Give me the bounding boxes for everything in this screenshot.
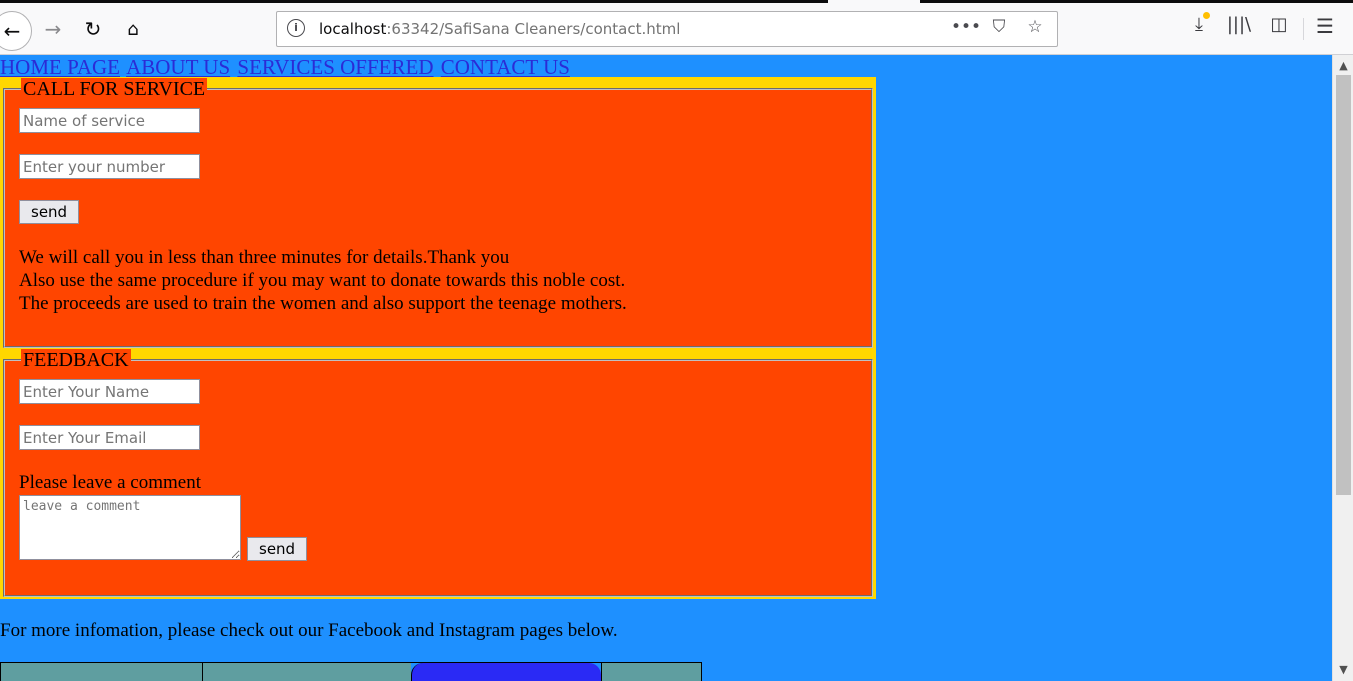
social-info-text: For more infomation, please check out ou… [0,620,618,641]
comment-textarea[interactable] [19,495,241,560]
download-indicator-dot [1203,12,1210,19]
social-links-bar [0,662,702,681]
site-info-icon[interactable]: i [287,19,305,37]
call-info-line-2: Also use the same procedure if you may w… [19,270,626,291]
social-link-cell[interactable] [202,663,411,681]
call-for-service-fieldset: CALL FOR SERVICE send We will call you i… [3,78,873,348]
vertical-scrollbar[interactable]: ▲ ▼ [1332,55,1353,681]
call-info-line-1: We will call you in less than three minu… [19,247,510,268]
call-send-button[interactable]: send [19,200,80,224]
page-viewport: HOME PAGE ABOUT US SERVICES OFFERED CONT… [0,55,1332,681]
social-link-cell[interactable] [0,663,202,681]
downloads-button[interactable]: ⤓ [1186,12,1212,35]
nav-link-services[interactable]: SERVICES OFFERED [237,55,433,79]
address-bar[interactable]: i localhost:63342/SafiSana Cleaners/cont… [276,11,1058,47]
sidebar-icon[interactable]: ◫ [1266,14,1292,35]
toolbar-separator [1303,18,1304,40]
toolbar-right: ⤓ |||\ ◫ [1186,12,1292,35]
url-actions: ••• ⛉ ☆ [951,17,1047,37]
url-host: localhost [319,20,387,38]
nav-link-home[interactable]: HOME PAGE [0,55,120,79]
scroll-down-arrow-icon[interactable]: ▼ [1333,661,1353,679]
tab-strip [0,0,1353,3]
feedback-send-button[interactable]: send [247,537,308,561]
scroll-up-arrow-icon[interactable]: ▲ [1333,57,1353,75]
forward-arrow-icon: → [44,17,62,41]
nav-link-about[interactable]: ABOUT US [126,55,230,79]
back-arrow-icon: ← [3,19,21,43]
url-text[interactable]: localhost:63342/SafiSana Cleaners/contac… [319,20,680,38]
social-link-cell[interactable] [601,663,702,681]
reload-button[interactable]: ↻ [76,12,110,46]
back-button[interactable]: ← [0,11,32,51]
comment-label: Please leave a comment [19,472,202,493]
url-path: :63342/SafiSana Cleaners/contact.html [386,20,681,38]
download-icon: ⤓ [1195,14,1203,35]
feedback-name-input[interactable] [19,379,200,404]
browser-toolbar: ← → ↻ ⌂ i localhost:63342/SafiSana Clean… [0,0,1353,55]
home-icon: ⌂ [127,18,139,40]
phone-number-input[interactable] [19,154,200,179]
bookmark-star-icon[interactable]: ☆ [1023,17,1047,37]
call-for-service-legend: CALL FOR SERVICE [21,78,208,100]
service-name-input[interactable] [19,108,200,133]
feedback-fieldset: FEEDBACK Please leave a comment send [3,349,873,597]
active-tab[interactable] [828,0,920,3]
nav-link-contact[interactable]: CONTACT US [441,55,570,79]
pocket-icon[interactable]: ⛉ [987,17,1011,37]
social-link-cell-highlighted[interactable] [411,663,601,681]
page-actions-icon[interactable]: ••• [951,17,981,37]
menu-icon[interactable]: ☰ [1316,14,1334,38]
feedback-email-input[interactable] [19,425,200,450]
reload-icon: ↻ [84,17,102,41]
forward-button[interactable]: → [36,12,70,46]
library-icon[interactable]: |||\ [1226,14,1252,35]
call-info-line-3: The proceeds are used to train the women… [19,293,627,314]
scrollbar-thumb[interactable] [1336,75,1351,495]
forms-container: CALL FOR SERVICE send We will call you i… [0,77,876,599]
home-button[interactable]: ⌂ [116,12,150,46]
feedback-legend: FEEDBACK [21,349,131,371]
